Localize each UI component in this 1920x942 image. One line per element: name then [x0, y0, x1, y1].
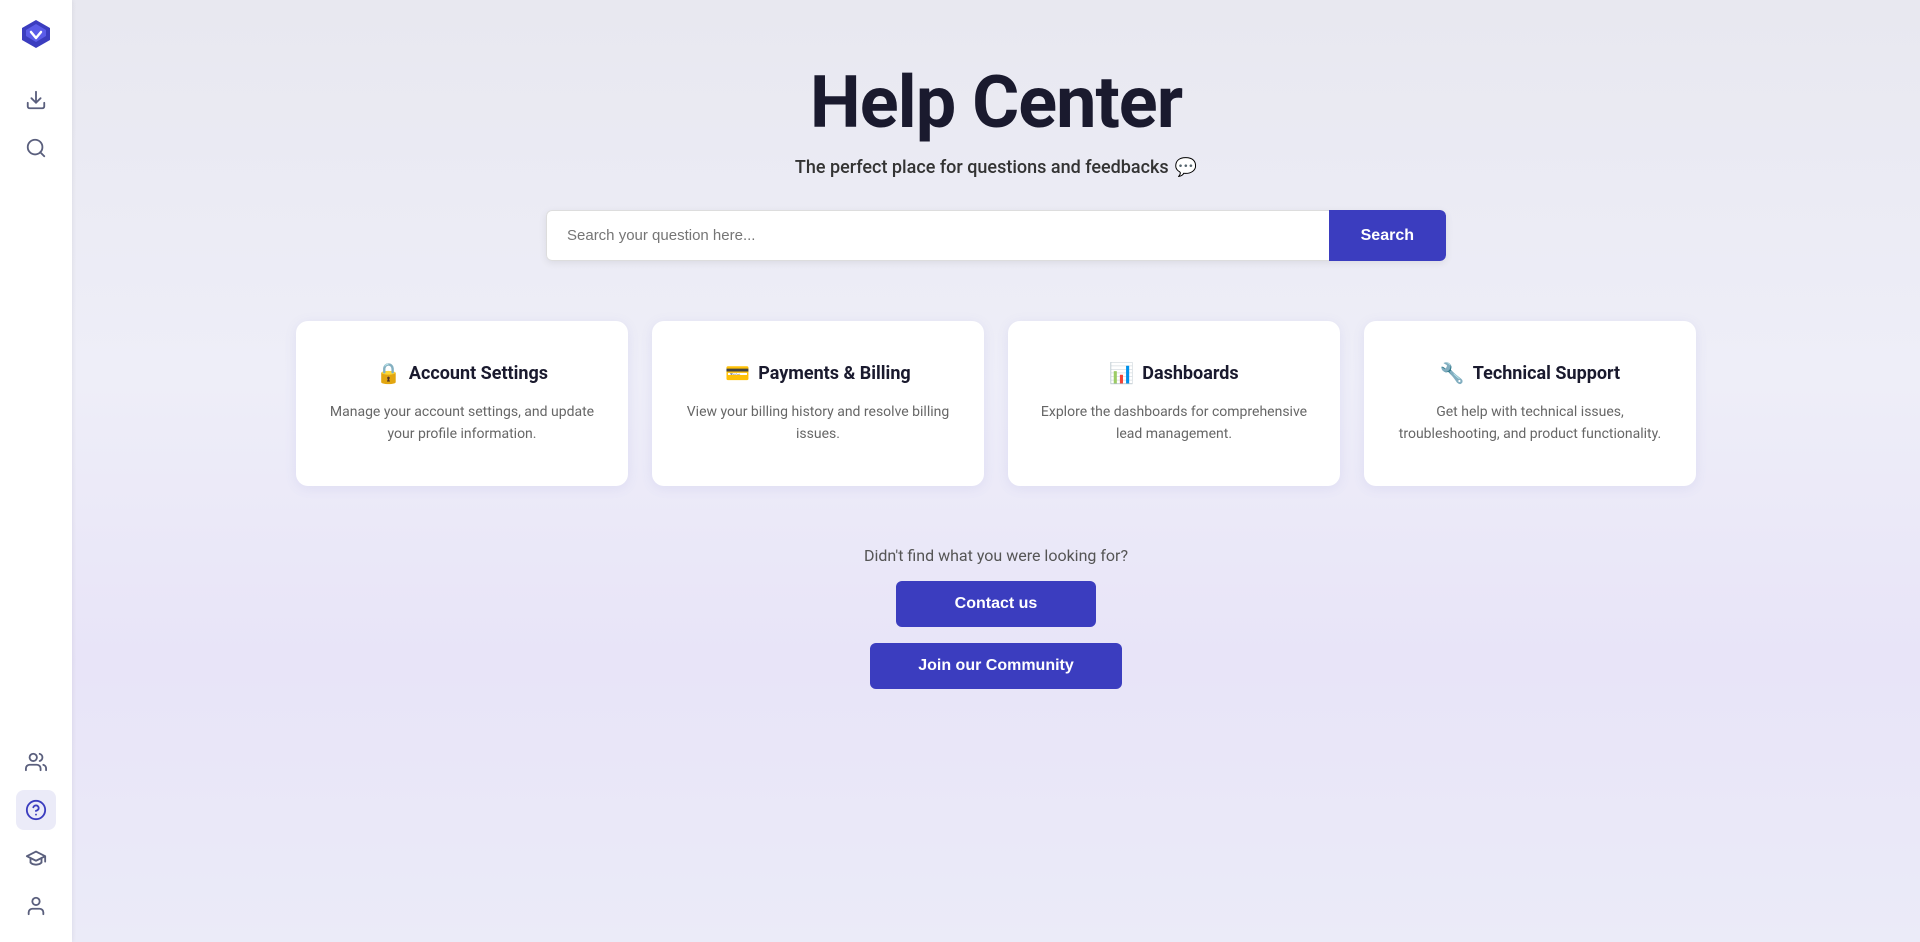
payments-billing-desc: View your billing history and resolve bi…: [684, 401, 952, 446]
not-found-text: Didn't find what you were looking for?: [864, 546, 1128, 565]
subtitle-text: The perfect place for questions and feed…: [795, 157, 1169, 178]
search-input[interactable]: [546, 210, 1329, 261]
search-bar: Search: [546, 210, 1446, 261]
contact-us-button[interactable]: Contact us: [896, 581, 1096, 627]
sidebar: [0, 0, 72, 942]
page-title: Help Center: [810, 60, 1182, 145]
technical-support-title: 🔧 Technical Support: [1396, 361, 1664, 385]
account-settings-icon: 🔒: [376, 361, 401, 385]
dashboards-desc: Explore the dashboards for comprehensive…: [1040, 401, 1308, 446]
technical-support-card[interactable]: 🔧 Technical Support Get help with techni…: [1364, 321, 1696, 486]
cards-section: 🔒 Account Settings Manage your account s…: [296, 321, 1696, 486]
profile-sidebar-icon[interactable]: [16, 886, 56, 926]
dashboards-icon: 📊: [1109, 361, 1134, 385]
help-sidebar-icon[interactable]: [16, 790, 56, 830]
main-content: Help Center The perfect place for questi…: [72, 0, 1920, 942]
logo[interactable]: [18, 16, 54, 56]
subtitle: The perfect place for questions and feed…: [795, 157, 1197, 178]
search-button[interactable]: Search: [1329, 210, 1446, 261]
account-settings-desc: Manage your account settings, and update…: [328, 401, 596, 446]
account-settings-title: 🔒 Account Settings: [328, 361, 596, 385]
search-sidebar-icon[interactable]: [16, 128, 56, 168]
payments-billing-title: 💳 Payments & Billing: [684, 361, 952, 385]
account-settings-card[interactable]: 🔒 Account Settings Manage your account s…: [296, 321, 628, 486]
dashboards-card[interactable]: 📊 Dashboards Explore the dashboards for …: [1008, 321, 1340, 486]
download-sidebar-icon[interactable]: [16, 80, 56, 120]
footer-cta: Didn't find what you were looking for? C…: [864, 546, 1128, 689]
dashboards-title: 📊 Dashboards: [1040, 361, 1308, 385]
payments-billing-icon: 💳: [725, 361, 750, 385]
hero-section: Help Center The perfect place for questi…: [112, 60, 1880, 261]
technical-support-desc: Get help with technical issues, troubles…: [1396, 401, 1664, 446]
team-sidebar-icon[interactable]: [16, 742, 56, 782]
payments-billing-card[interactable]: 💳 Payments & Billing View your billing h…: [652, 321, 984, 486]
technical-support-icon: 🔧: [1440, 361, 1465, 385]
chat-icon: 💬: [1175, 157, 1197, 178]
academy-sidebar-icon[interactable]: [16, 838, 56, 878]
join-community-button[interactable]: Join our Community: [870, 643, 1122, 689]
